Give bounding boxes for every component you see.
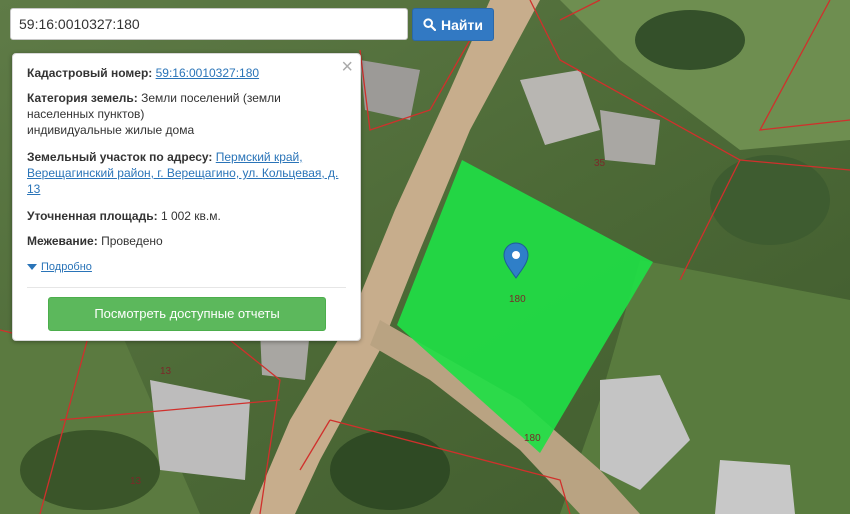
search-icon bbox=[423, 18, 437, 31]
area-value: 1 002 кв.м. bbox=[160, 209, 221, 223]
view-reports-button[interactable]: Посмотреть доступные отчеты bbox=[48, 297, 326, 331]
survey-label: Межевание: bbox=[27, 234, 98, 248]
area-label: Уточненная площадь: bbox=[27, 209, 158, 223]
cadastral-number-link[interactable]: 59:16:0010327:180 bbox=[156, 66, 259, 80]
address-link[interactable]: 13 bbox=[27, 182, 40, 196]
trees bbox=[635, 10, 745, 70]
parcel-number-label: 180 bbox=[509, 294, 526, 305]
search-input[interactable] bbox=[10, 8, 408, 40]
divider bbox=[27, 287, 346, 288]
land-category-value: индивидуальные жилые дома bbox=[27, 123, 195, 137]
search-button[interactable]: Найти bbox=[412, 8, 494, 41]
address-row: Земельный участок по адресу: Пермский кр… bbox=[27, 149, 347, 197]
land-category-label: Категория земель: bbox=[27, 91, 138, 105]
house-number-label: 13 bbox=[160, 366, 172, 377]
area-row: Уточненная площадь: 1 002 кв.м. bbox=[27, 208, 347, 224]
trees bbox=[20, 430, 160, 510]
house-number-label: 35 bbox=[594, 158, 606, 169]
trees bbox=[710, 155, 830, 245]
parcel-info-panel: × Кадастровый номер: 59:16:0010327:180 К… bbox=[12, 53, 361, 341]
land-category-value: Земли поселений (земли bbox=[141, 91, 281, 105]
cadastral-number-label: Кадастровый номер: bbox=[27, 66, 153, 80]
address-link[interactable]: Пермский край, bbox=[216, 150, 303, 164]
survey-row: Межевание: Проведено bbox=[27, 233, 347, 249]
search-button-label: Найти bbox=[441, 16, 483, 33]
parcel-number-label: 180 bbox=[524, 433, 541, 444]
details-toggle[interactable]: Подробно bbox=[27, 259, 92, 275]
address-link[interactable]: Верещагинский район, г. Верещагино, ул. … bbox=[27, 166, 338, 180]
trees bbox=[330, 430, 450, 510]
roof bbox=[715, 460, 795, 514]
house-number-label: 13 bbox=[130, 476, 142, 487]
address-label: Земельный участок по адресу: bbox=[27, 150, 213, 164]
land-category-row: Категория земель: Земли поселений (земли… bbox=[27, 90, 347, 138]
land-category-value: населенных пунктов) bbox=[27, 107, 145, 121]
details-link: Подробно bbox=[41, 261, 92, 273]
survey-value: Проведено bbox=[101, 234, 163, 248]
cadastral-number-row: Кадастровый номер: 59:16:0010327:180 bbox=[27, 65, 347, 81]
caret-down-icon bbox=[27, 259, 37, 275]
